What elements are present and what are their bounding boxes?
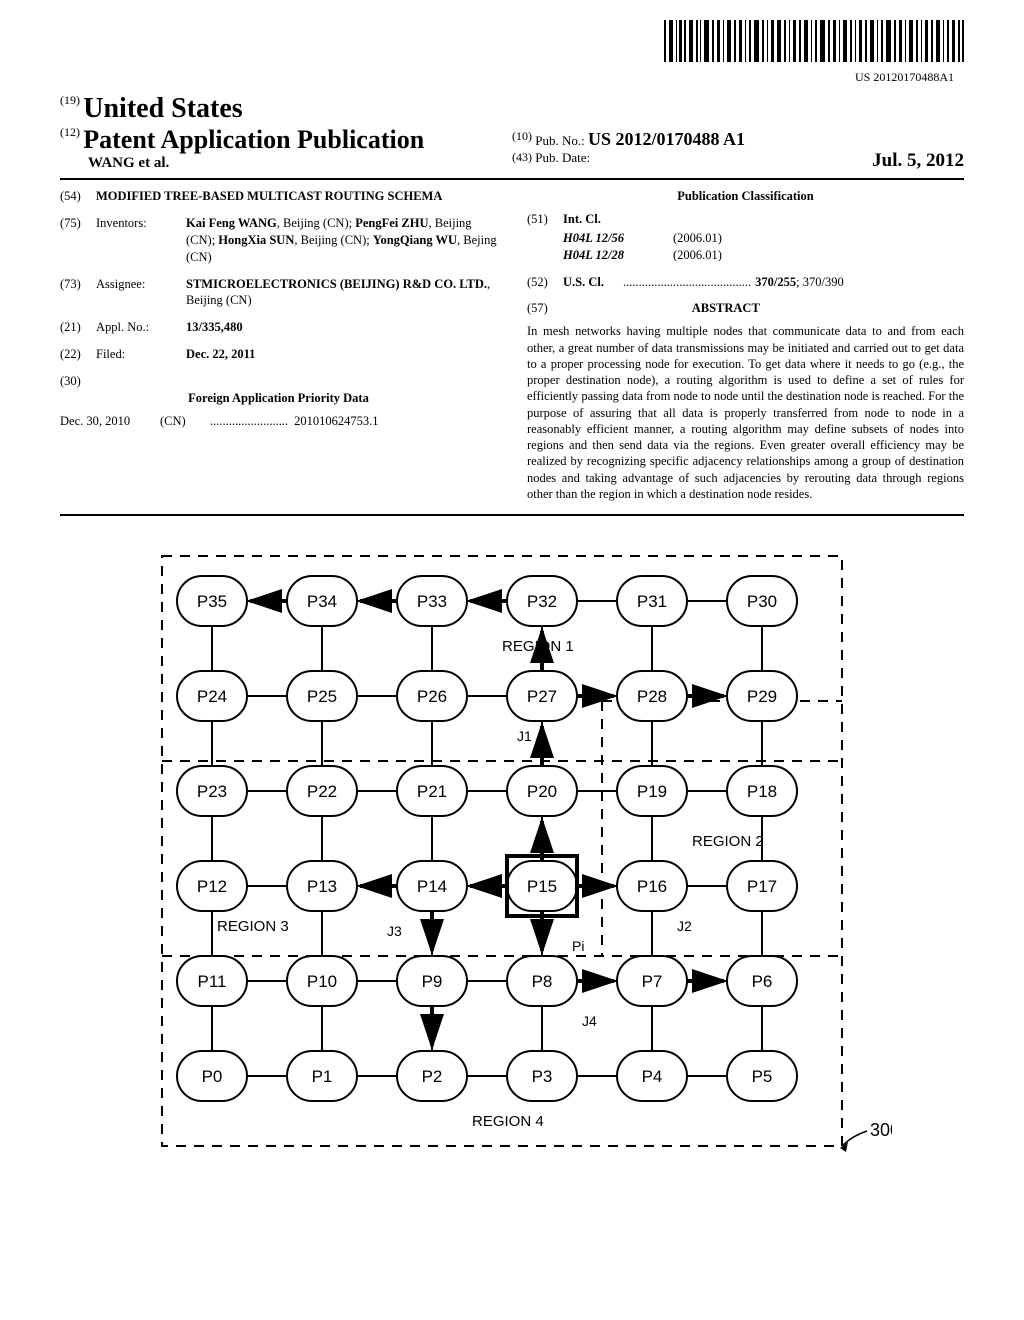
pub-title-prefix: (12) [60, 125, 80, 139]
node-label-p1: P1 [312, 1067, 333, 1086]
node-label-p7: P7 [642, 972, 663, 991]
node-label-p5: P5 [752, 1067, 773, 1086]
node-label-p30: P30 [747, 592, 777, 611]
node-label-p35: P35 [197, 592, 227, 611]
pubno-prefix: (10) [512, 129, 532, 143]
f22-label: Filed: [96, 346, 186, 363]
node-label-p0: P0 [202, 1067, 223, 1086]
j1-label: J1 [517, 728, 532, 744]
region-1-label: REGION 1 [502, 638, 574, 655]
node-label-p29: P29 [747, 687, 777, 706]
mesh-diagram-svg: P35 P34 P33 P32 P31 P30 P24 P25 P26 P27 P28 P29 P23 P… [132, 536, 892, 1176]
node-label-p25: P25 [307, 687, 337, 706]
node-label-p9: P9 [422, 972, 443, 991]
abstract-heading: ABSTRACT [692, 301, 760, 315]
node-label-p17: P17 [747, 877, 777, 896]
region-2-label: REGION 2 [692, 833, 764, 850]
inventor-2: PengFei ZHU [355, 216, 428, 230]
inventor-3: HongXia SUN [218, 233, 294, 247]
node-label-p26: P26 [417, 687, 447, 706]
priority-country: (CN) [160, 413, 210, 430]
node-label-p15: P15 [527, 877, 557, 896]
pub-title: Patent Application Publication [83, 125, 424, 154]
invention-title: MODIFIED TREE-BASED MULTICAST ROUTING SC… [96, 188, 442, 205]
uscl-sec: 370/390 [803, 275, 844, 289]
node-label-p34: P34 [307, 592, 337, 611]
priority-number: 201010624753.1 [294, 413, 378, 430]
intcl-1-code: H04L 12/56 [563, 230, 673, 247]
assignee: STMICROELECTRONICS (BEIJING) R&D CO. LTD… [186, 277, 487, 291]
abstract-text: In mesh networks having multiple nodes t… [527, 323, 964, 502]
region-4-label: REGION 4 [472, 1113, 544, 1130]
f51-num: (51) [527, 211, 563, 228]
figure: P35 P34 P33 P32 P31 P30 P24 P25 P26 P27 P28 P29 P23 P… [60, 536, 964, 1176]
node-label-p31: P31 [637, 592, 667, 611]
node-label-p10: P10 [307, 972, 337, 991]
f57-num: (57) [527, 301, 548, 315]
inventor-4: YongQiang WU [373, 233, 457, 247]
node-label-p14: P14 [417, 877, 447, 896]
node-label-p20: P20 [527, 782, 557, 801]
f52-label: U.S. Cl. [563, 274, 623, 291]
node-label-p2: P2 [422, 1067, 443, 1086]
node-label-p8: P8 [532, 972, 553, 991]
f30-heading: Foreign Application Priority Data [188, 391, 369, 405]
f30-num: (30) [60, 374, 81, 388]
f51-label: Int. Cl. [563, 211, 601, 228]
f21-num: (21) [60, 319, 96, 336]
filed-date: Dec. 22, 2011 [186, 346, 497, 363]
uscl-main: 370/255 [755, 275, 796, 289]
authors: WANG et al. [60, 155, 512, 172]
pi-label: Pi [572, 938, 584, 954]
region-3-label: REGION 3 [217, 918, 289, 935]
f75-num: (75) [60, 215, 96, 266]
ref-300: 300 [870, 1120, 892, 1140]
node-label-p21: P21 [417, 782, 447, 801]
pubdate: Jul. 5, 2012 [872, 150, 964, 172]
j2-label: J2 [677, 918, 692, 934]
f75-label: Inventors: [96, 215, 186, 266]
j4-label: J4 [582, 1013, 597, 1029]
f54-num: (54) [60, 188, 96, 205]
appl-no: 13/335,480 [186, 319, 497, 336]
node-label-p13: P13 [307, 877, 337, 896]
node-label-p11: P11 [198, 972, 227, 991]
f73-num: (73) [60, 276, 96, 310]
country-prefix: (19) [60, 93, 80, 107]
country: United States [83, 93, 242, 124]
pubdate-label: Pub. Date: [535, 150, 590, 165]
node-label-p4: P4 [642, 1067, 663, 1086]
node-label-p24: P24 [197, 687, 227, 706]
f22-num: (22) [60, 346, 96, 363]
intcl-2-code: H04L 12/28 [563, 247, 673, 264]
node-label-p22: P22 [307, 782, 337, 801]
pubno: US 2012/0170488 A1 [588, 129, 745, 149]
node-label-p6: P6 [752, 972, 773, 991]
node-label-p19: P19 [637, 782, 667, 801]
priority-date: Dec. 30, 2010 [60, 413, 160, 430]
node-label-p23: P23 [197, 782, 227, 801]
node-label-p3: P3 [532, 1067, 553, 1086]
j3-label: J3 [387, 923, 402, 939]
node-label-p18: P18 [747, 782, 777, 801]
priority-dots: ......................... [210, 413, 288, 430]
node-label-p16: P16 [637, 877, 667, 896]
pubno-label: Pub. No.: [535, 133, 584, 148]
node-label-p28: P28 [637, 687, 667, 706]
f21-label: Appl. No.: [96, 319, 186, 336]
f73-label: Assignee: [96, 276, 186, 310]
classification-heading: Publication Classification [527, 188, 964, 205]
node-label-p12: P12 [197, 877, 227, 896]
f52-num: (52) [527, 274, 563, 291]
pubdate-prefix: (43) [512, 150, 532, 164]
barcode-text: US 20120170488A1 [60, 70, 964, 85]
node-label-p32: P32 [527, 592, 557, 611]
intcl-2-year: (2006.01) [673, 247, 722, 264]
barcode [60, 20, 964, 66]
f52-dots: ........................................… [623, 274, 751, 291]
node-label-p33: P33 [417, 592, 447, 611]
node-label-p27: P27 [527, 687, 557, 706]
intcl-1-year: (2006.01) [673, 230, 722, 247]
inventor-1: Kai Feng WANG [186, 216, 277, 230]
